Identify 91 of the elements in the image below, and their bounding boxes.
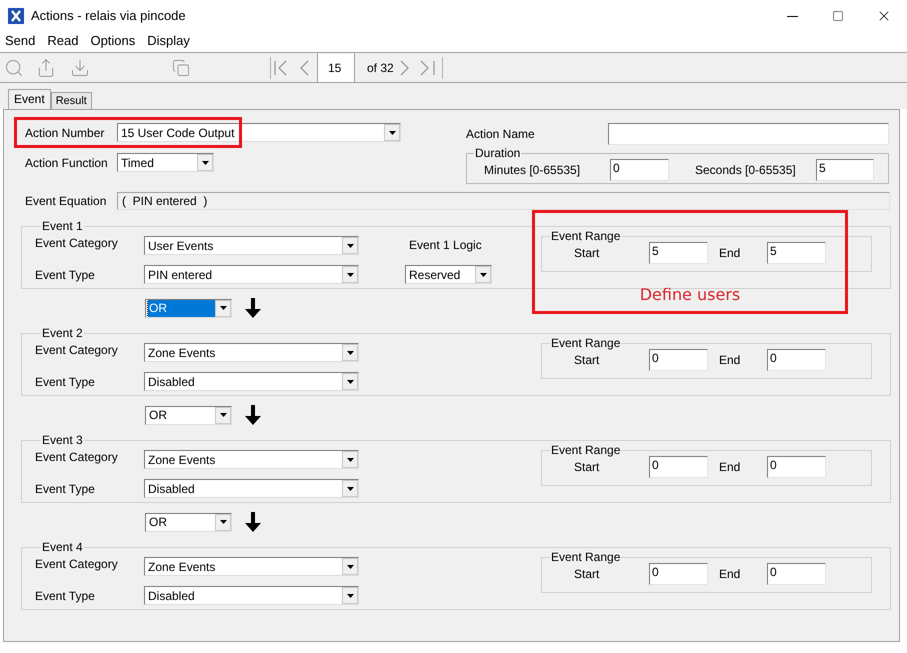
group-title: Event 1: [42, 219, 83, 233]
logic-dropdown[interactable]: Reserved: [405, 265, 492, 284]
upload-icon[interactable]: [36, 58, 56, 78]
seconds-field[interactable]: 5: [816, 159, 874, 181]
search-icon[interactable]: [4, 58, 24, 78]
type-dropdown[interactable]: Disabled: [144, 586, 359, 605]
end-field[interactable]: 5: [767, 242, 826, 264]
caret-icon: [220, 520, 226, 524]
action-name-field[interactable]: [608, 123, 889, 145]
caret-icon: [202, 160, 208, 164]
menu-item[interactable]: Send: [5, 31, 36, 51]
caret-icon: [220, 306, 226, 310]
end-field[interactable]: 0: [767, 349, 826, 371]
window-title: Actions - relais via pincode: [31, 7, 186, 26]
group-title: Event 2: [42, 326, 83, 340]
arrow-down-icon: [243, 405, 263, 425]
field-label: Event Category: [35, 342, 119, 359]
field-label: End: [719, 566, 742, 583]
field-label: Start: [574, 245, 600, 262]
field-label: Event Type: [35, 481, 96, 498]
tab[interactable]: Result: [50, 92, 92, 109]
field-label: Action Function: [25, 154, 109, 172]
field-label: Start: [574, 352, 600, 369]
start-field[interactable]: 0: [649, 563, 708, 585]
arrow-down-icon: [243, 512, 263, 532]
caret-icon: [480, 272, 486, 276]
caret-icon: [346, 244, 354, 248]
field-label: Seconds [0-65535]: [695, 162, 797, 179]
category-dropdown[interactable]: Zone Events: [144, 450, 359, 469]
field-label: Event 1 Logic: [409, 237, 483, 254]
caret-icon: [388, 130, 396, 134]
group-title: Event 3: [42, 433, 83, 447]
group-title: Event Range: [551, 443, 620, 457]
start-field[interactable]: 0: [649, 456, 708, 478]
menu-item[interactable]: Options: [90, 31, 136, 51]
menu-item[interactable]: Display: [147, 31, 190, 51]
field-label: Event Category: [35, 235, 119, 252]
type-dropdown[interactable]: PIN entered: [144, 265, 359, 284]
start-field[interactable]: 0: [649, 349, 708, 371]
logic-operator-dropdown[interactable]: OR: [145, 298, 232, 318]
group-title: Duration: [475, 146, 520, 160]
arrow-down-icon: [243, 298, 263, 318]
field-label: Start: [574, 566, 600, 583]
record-count: of 32: [367, 60, 394, 76]
equation-field: ( PIN entered ): [117, 192, 890, 210]
download-icon[interactable]: [70, 58, 90, 78]
type-dropdown[interactable]: Disabled: [144, 479, 359, 498]
group-title: Event 4: [42, 540, 83, 554]
field-label: Action Number: [25, 124, 106, 142]
caret-icon: [346, 564, 354, 568]
caret-icon: [346, 486, 354, 490]
category-dropdown[interactable]: User Events: [144, 236, 359, 255]
caret-icon: [346, 350, 354, 354]
field-label: Event Category: [35, 449, 119, 466]
caret-icon: [346, 458, 354, 462]
type-dropdown[interactable]: Disabled: [144, 372, 359, 391]
minutes-field[interactable]: 0: [610, 159, 669, 181]
record-field[interactable]: 15: [318, 54, 354, 82]
caret-icon: [346, 380, 354, 384]
field-label: Event Category: [35, 556, 119, 573]
end-field[interactable]: 0: [767, 563, 826, 585]
field-label: End: [719, 352, 742, 369]
callout-text: Define users: [640, 284, 740, 306]
action-number-dropdown[interactable]: 15 User Code Output: [117, 123, 401, 142]
field-label: Minutes [0-65535]: [484, 162, 582, 179]
action-function-dropdown[interactable]: Timed: [117, 153, 214, 172]
maximize-icon: [832, 10, 844, 22]
group-title: Event Range: [551, 336, 620, 350]
tab[interactable]: Event: [8, 89, 51, 109]
field-label: End: [719, 245, 742, 262]
app-logo-icon: [8, 8, 24, 24]
logic-operator-dropdown[interactable]: OR: [145, 512, 232, 532]
category-dropdown[interactable]: Zone Events: [144, 557, 359, 576]
start-field[interactable]: 5: [649, 242, 708, 264]
field-label: Event Type: [35, 588, 96, 605]
copy-icon[interactable]: [172, 58, 190, 76]
caret-icon: [220, 413, 226, 417]
field-label: End: [719, 459, 742, 476]
caret-icon: [346, 594, 354, 598]
category-dropdown[interactable]: Zone Events: [144, 343, 359, 362]
field-label: Start: [574, 459, 600, 476]
logic-operator-dropdown[interactable]: OR: [145, 406, 232, 424]
caret-icon: [346, 272, 354, 276]
menu-item[interactable]: Read: [47, 31, 78, 51]
field-label: Event Type: [35, 374, 96, 391]
field-label: Event Equation: [25, 193, 108, 210]
field-label: Event Type: [35, 267, 96, 284]
group-title: Event Range: [551, 550, 620, 564]
group-title: Event Range: [551, 229, 620, 243]
end-field[interactable]: 0: [767, 456, 826, 478]
field-label: Action Name: [466, 126, 536, 143]
